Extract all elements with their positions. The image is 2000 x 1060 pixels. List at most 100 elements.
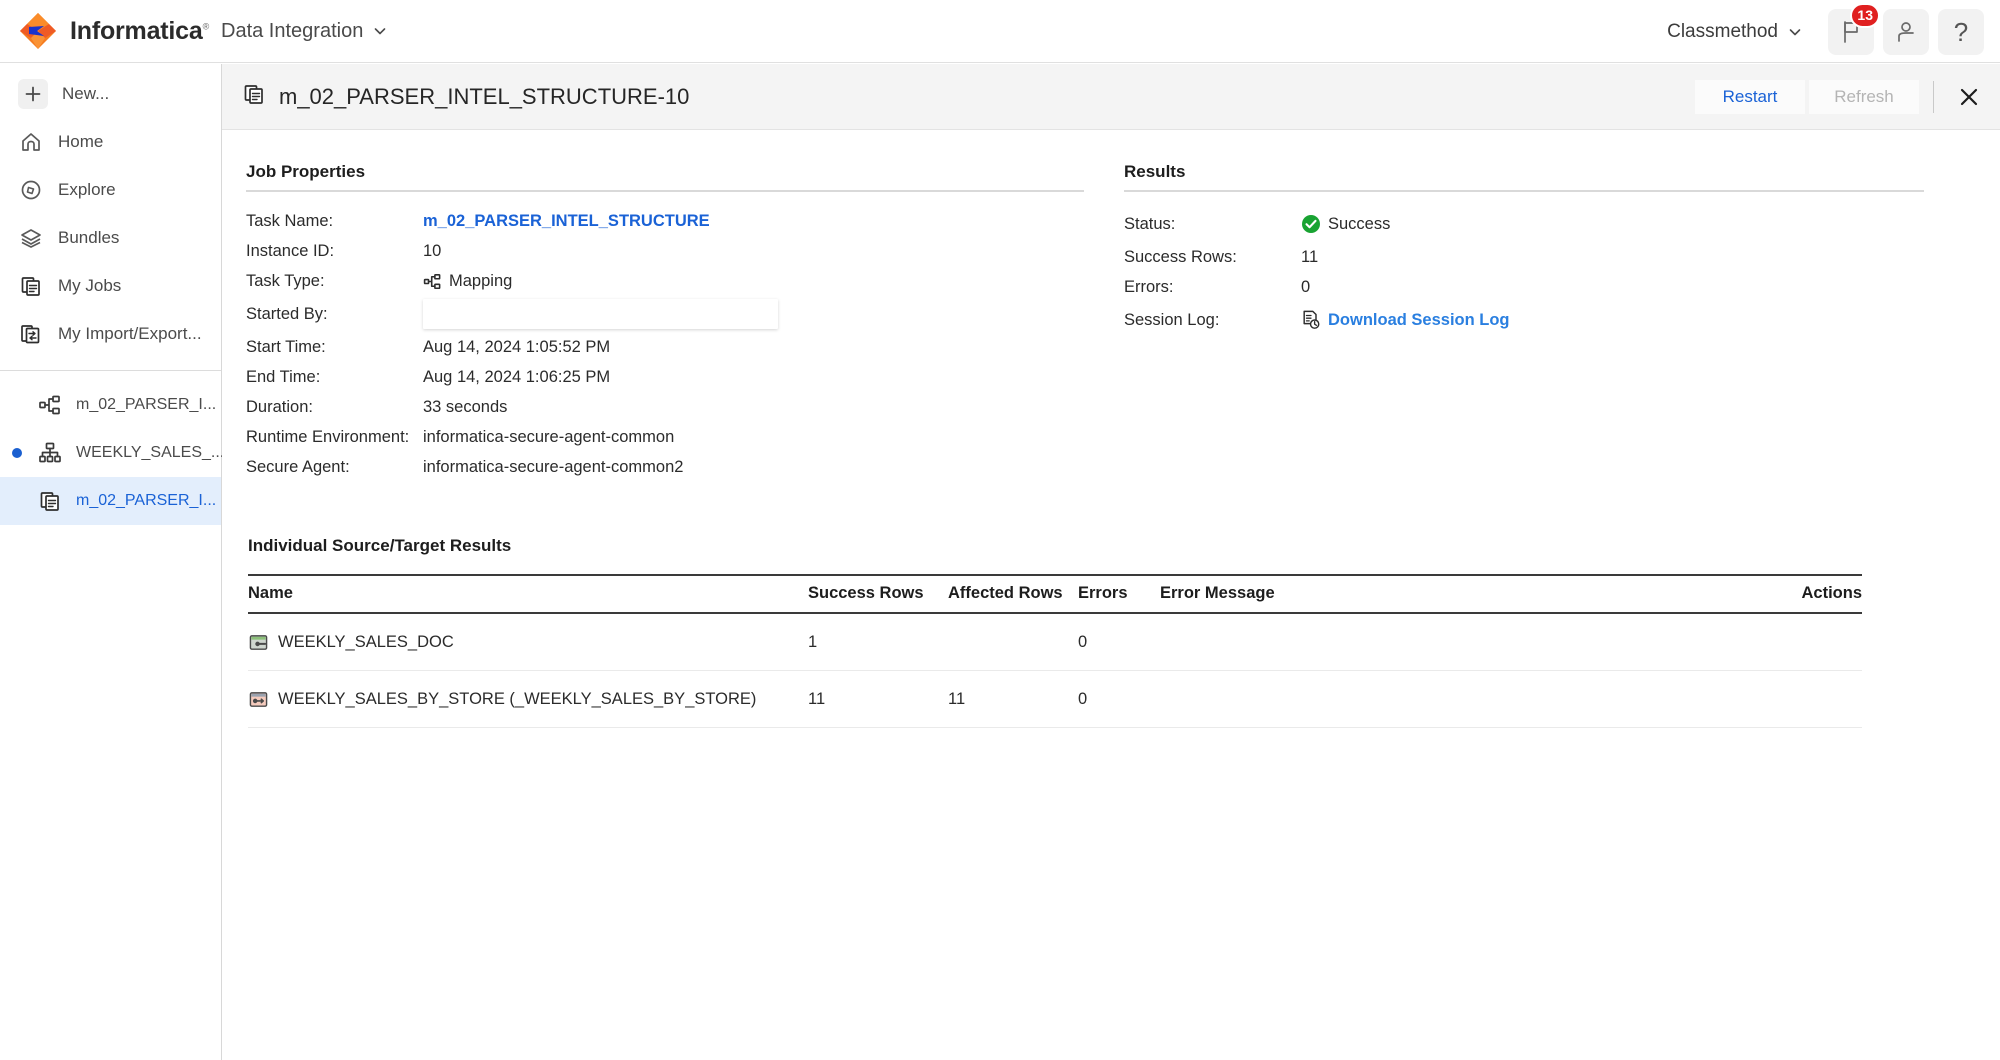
restart-button[interactable]: Restart <box>1695 80 1805 114</box>
page-title: m_02_PARSER_INTEL_STRUCTURE-10 <box>242 82 689 111</box>
cell-errors: 0 <box>1078 613 1160 671</box>
panel-body: Job Properties Task Name: m_02_PARSER_IN… <box>222 130 2000 1060</box>
property-row-instance-id: Instance ID: 10 <box>246 236 1084 266</box>
cell-actions[interactable] <box>1660 613 1862 671</box>
cell-affected-rows: 11 <box>948 670 1078 728</box>
property-row-started-by: Started By: <box>246 296 1084 332</box>
sidebar-item-label: My Import/Export... <box>58 324 202 343</box>
source-target-heading: Individual Source/Target Results <box>248 536 512 555</box>
column-header-error-message[interactable]: Error Message <box>1160 574 1660 614</box>
cell-affected-rows <box>948 613 1078 671</box>
property-label: Secure Agent: <box>246 457 350 476</box>
column-header-success-rows[interactable]: Success Rows <box>808 574 948 614</box>
property-label: End Time: <box>246 367 321 386</box>
page-title-text: m_02_PARSER_INTEL_STRUCTURE-10 <box>279 83 690 109</box>
notifications-button[interactable]: 13 <box>1828 2 1880 55</box>
source-target-results-table: Name Success Rows Affected Rows Errors E… <box>248 574 1862 728</box>
task-name-link[interactable]: m_02_PARSER_INTEL_STRUCTURE <box>423 212 710 231</box>
cell-errors: 0 <box>1078 670 1160 728</box>
sidebar-item-bundles[interactable]: Bundles <box>0 214 221 262</box>
help-button[interactable]: ? <box>1938 8 1984 55</box>
home-icon <box>18 129 44 155</box>
layers-icon <box>18 225 44 251</box>
property-value: informatica-secure-agent-common <box>423 427 675 446</box>
success-check-icon <box>1301 214 1321 234</box>
property-label: Started By: <box>246 304 328 323</box>
table-row[interactable]: WEEKLY_SALES_BY_STORE (_WEEKLY_SALES_BY_… <box>248 670 1862 728</box>
cell-name: WEEKLY_SALES_BY_STORE (_WEEKLY_SALES_BY_… <box>248 670 808 728</box>
brand-name: Informatica® <box>70 16 210 45</box>
documents-icon <box>36 487 64 515</box>
sidebar-job-label: WEEKLY_SALES_... <box>76 444 225 461</box>
informatica-logo-icon <box>20 13 56 49</box>
cell-error-message <box>1160 670 1660 728</box>
top-bar: Informatica® Data Integration Classmetho… <box>0 0 2000 63</box>
job-running-indicator <box>10 448 24 458</box>
property-value: Aug 14, 2024 1:05:52 PM <box>423 337 611 356</box>
sidebar-item-explore[interactable]: Explore <box>0 166 221 214</box>
brand-logo[interactable]: Informatica® <box>18 11 209 51</box>
property-row-task-type: Task Type: Mapping <box>246 266 1084 296</box>
sidebar-job-label: m_02_PARSER_I... <box>76 492 217 509</box>
table-header-row: Name Success Rows Affected Rows Errors E… <box>248 574 1862 614</box>
close-button[interactable] <box>1952 80 1986 114</box>
org-selector[interactable]: Classmethod <box>1667 21 1803 43</box>
property-value: Aug 14, 2024 1:06:25 PM <box>423 367 611 386</box>
top-bar-right-cluster: Classmethod 13 ? <box>1667 0 1984 63</box>
property-label: Start Time: <box>246 337 326 356</box>
mapping-icon <box>36 391 64 419</box>
property-label: Instance ID: <box>246 241 335 260</box>
source-object-icon <box>248 632 268 652</box>
main-panel: m_02_PARSER_INTEL_STRUCTURE-10 Restart R… <box>222 64 2000 1060</box>
sidebar-item-my-import-export[interactable]: My Import/Export... <box>0 310 221 358</box>
cell-success-rows: 1 <box>808 613 948 671</box>
sidebar: New... Home Explore Bundles My Jobs My I… <box>0 64 225 1060</box>
results-section: Results Status: Success Success Rows: 11… <box>1124 162 1924 482</box>
result-label: Session Log: <box>1124 310 1220 329</box>
sidebar-item-new[interactable]: New... <box>0 70 221 118</box>
cell-actions[interactable] <box>1660 670 1862 728</box>
sidebar-job-item-weekly-sales[interactable]: WEEKLY_SALES_... <box>0 429 225 477</box>
download-session-log-link[interactable]: Download Session Log <box>1328 311 1510 330</box>
property-value: Mapping <box>449 271 513 290</box>
job-properties-heading: Job Properties <box>246 162 366 181</box>
details-columns: Job Properties Task Name: m_02_PARSER_IN… <box>222 130 2000 482</box>
chevron-down-icon <box>1789 28 1801 35</box>
property-row-task-name: Task Name: m_02_PARSER_INTEL_STRUCTURE <box>246 206 1084 236</box>
documents-icon <box>242 82 266 111</box>
column-header-errors[interactable]: Errors <box>1078 574 1160 614</box>
result-row-errors: Errors: 0 <box>1124 272 1924 302</box>
help-icon: ? <box>1953 16 1969 47</box>
result-label: Status: <box>1124 214 1176 233</box>
sidebar-item-label: Explore <box>58 180 116 199</box>
started-by-redacted-value <box>423 299 778 329</box>
result-row-status: Status: Success <box>1124 206 1924 242</box>
property-row-secure-agent: Secure Agent: informatica-secure-agent-c… <box>246 452 1084 482</box>
result-value: 0 <box>1301 277 1311 296</box>
hierarchy-icon <box>36 439 64 467</box>
property-value: informatica-secure-agent-common2 <box>423 457 684 476</box>
brand-trademark: ® <box>202 21 210 32</box>
table-row[interactable]: WEEKLY_SALES_DOC 1 0 <box>248 613 1862 671</box>
result-value: 11 <box>1301 247 1319 266</box>
result-row-success-rows: Success Rows: 11 <box>1124 242 1924 272</box>
log-download-icon <box>1301 310 1321 330</box>
product-name: Data Integration <box>221 19 364 42</box>
sidebar-divider <box>0 370 221 371</box>
user-account-button[interactable] <box>1883 8 1929 55</box>
product-selector[interactable]: Data Integration <box>221 20 388 43</box>
source-target-results-section: Individual Source/Target Results Name Su… <box>248 536 1862 728</box>
column-header-affected-rows[interactable]: Affected Rows <box>948 574 1078 614</box>
sidebar-item-my-jobs[interactable]: My Jobs <box>0 262 221 310</box>
sidebar-item-home[interactable]: Home <box>0 118 221 166</box>
property-label: Runtime Environment: <box>246 427 410 446</box>
result-row-session-log: Session Log: Download Session Log <box>1124 302 1924 338</box>
sidebar-item-label: Home <box>58 132 104 151</box>
sidebar-job-item-mapping[interactable]: m_02_PARSER_I... <box>0 381 221 429</box>
cell-error-message <box>1160 613 1660 671</box>
documents-icon <box>18 273 44 299</box>
org-name: Classmethod <box>1667 20 1778 42</box>
status-badge: Success <box>1328 214 1391 233</box>
sidebar-job-item-parser-selected[interactable]: m_02_PARSER_I... <box>0 477 221 525</box>
column-header-name[interactable]: Name <box>248 574 808 614</box>
